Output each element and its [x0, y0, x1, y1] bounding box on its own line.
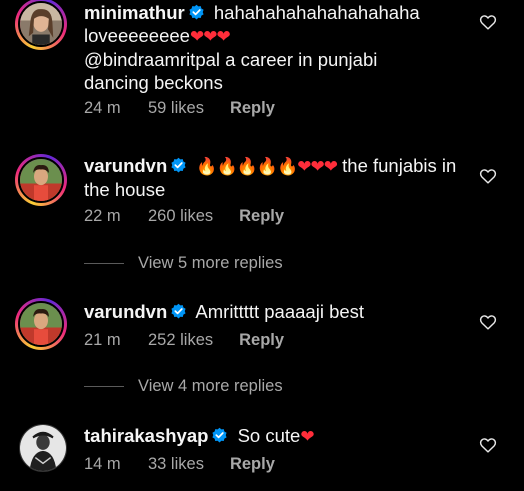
verified-badge-icon [212, 427, 228, 443]
heart-outline-icon[interactable] [479, 314, 497, 330]
comment-meta: 14 m 33 likes Reply [84, 455, 275, 474]
like-count[interactable]: 260 likes [148, 207, 213, 226]
heart-outline-icon[interactable] [479, 14, 497, 30]
heart-outline-icon[interactable] [479, 437, 497, 453]
timestamp: 21 m [84, 331, 121, 349]
divider-line [84, 386, 124, 387]
comment-body: tahirakashyap So cute❤ [84, 424, 464, 448]
avatar-photo [20, 3, 62, 45]
reply-button[interactable]: Reply [230, 455, 275, 474]
comment-text: Amrittttt paaaaji best [195, 301, 365, 322]
comment-body: varundvn 🔥🔥🔥🔥🔥❤❤❤ the funjabis in the ho… [84, 154, 464, 201]
avatar[interactable] [15, 298, 67, 350]
verified-badge-icon [189, 4, 204, 20]
reply-button[interactable]: Reply [230, 99, 275, 118]
username[interactable]: varundvn [84, 155, 167, 176]
username[interactable]: tahirakashyap [84, 425, 208, 446]
view-more-replies[interactable]: View 5 more replies [84, 254, 283, 273]
comment-body: minimathur hahahahahahahahahaha loveeeee… [84, 1, 464, 94]
username[interactable]: minimathur [84, 2, 185, 23]
verified-badge-icon [171, 157, 186, 173]
avatar-photo [20, 303, 62, 345]
comment-text-mention: @bindraamritpal a career in punjabi danc… [84, 49, 378, 93]
comment-text: So cute [237, 425, 301, 446]
like-count[interactable]: 59 likes [148, 99, 204, 118]
like-count[interactable]: 33 likes [148, 455, 204, 474]
timestamp: 14 m [84, 455, 121, 473]
comment-meta: 24 m 59 likes Reply [84, 99, 275, 118]
avatar-photo [20, 425, 66, 471]
comment-meta: 21 m 252 likes Reply [84, 331, 284, 350]
username[interactable]: varundvn [84, 301, 167, 322]
like-count[interactable]: 252 likes [148, 331, 213, 350]
heart-outline-icon[interactable] [479, 168, 497, 184]
view-more-label[interactable]: View 5 more replies [138, 254, 283, 273]
avatar[interactable] [19, 424, 67, 472]
avatar[interactable] [15, 0, 67, 50]
comment-meta: 22 m 260 likes Reply [84, 207, 284, 226]
heart-emoji: ❤ [300, 427, 314, 446]
avatar-photo [20, 159, 62, 201]
comment-body: varundvn Amrittttt paaaaji best [84, 300, 464, 323]
view-more-label[interactable]: View 4 more replies [138, 377, 283, 396]
verified-badge-icon [171, 303, 186, 319]
view-more-replies[interactable]: View 4 more replies [84, 377, 283, 396]
heart-emoji: ❤❤❤ [189, 27, 231, 46]
reply-button[interactable]: Reply [239, 331, 284, 350]
timestamp: 22 m [84, 207, 121, 225]
fire-heart-emojis: 🔥🔥🔥🔥🔥❤❤❤ [196, 157, 338, 176]
reply-button[interactable]: Reply [239, 207, 284, 226]
avatar[interactable] [15, 154, 67, 206]
divider-line [84, 263, 124, 264]
timestamp: 24 m [84, 99, 121, 117]
